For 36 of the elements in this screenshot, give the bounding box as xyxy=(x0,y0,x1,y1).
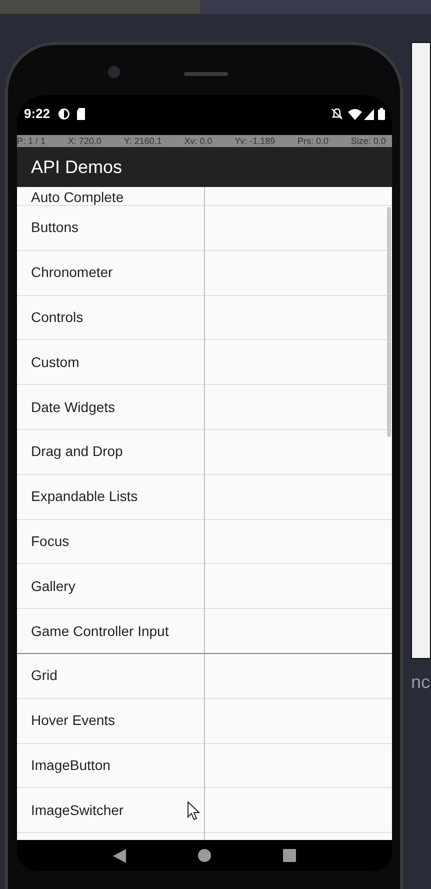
list-item[interactable]: Buttons xyxy=(17,206,392,251)
list-item[interactable]: Expandable Lists xyxy=(17,474,392,520)
bell-off-icon xyxy=(331,108,343,120)
list-item[interactable]: Gallery xyxy=(17,564,392,610)
list-item-label: Auto Complete xyxy=(31,189,124,205)
battery-icon xyxy=(378,108,385,120)
list-item[interactable]: Custom xyxy=(17,340,392,386)
list-item[interactable]: Hover Events xyxy=(17,698,392,744)
pointer-value: X: 720.0 xyxy=(68,135,102,147)
wifi-icon xyxy=(348,108,362,120)
list-item[interactable]: ImageButton xyxy=(17,744,392,788)
pointer-value: P: 1 / 1 xyxy=(17,135,46,147)
status-time: 9:22 xyxy=(24,105,50,124)
speaker-grille xyxy=(184,72,228,76)
list-item[interactable]: Grid xyxy=(17,654,392,699)
signal-icon xyxy=(364,108,374,120)
pointer-value: Size: 0.0 xyxy=(350,135,386,147)
home-icon[interactable] xyxy=(198,849,211,862)
pointer-value: Prs: 0.0 xyxy=(298,135,329,147)
back-icon[interactable] xyxy=(113,848,126,862)
list-item[interactable]: Drag and Drop xyxy=(17,430,392,475)
list-item[interactable]: Game Controller Input xyxy=(17,609,392,654)
data-saver-icon xyxy=(58,108,70,120)
camera-icon xyxy=(108,66,120,78)
list-item[interactable]: ImageSwitcher xyxy=(17,788,392,834)
pointer-value: Y: 2160.1 xyxy=(124,135,162,147)
mouse-cursor-icon xyxy=(187,801,200,821)
side-text: nc xyxy=(411,671,431,694)
pointer-value: Yv: -1.189 xyxy=(234,135,276,147)
sd-card-icon xyxy=(76,108,86,120)
pointer-value: Xv: 0.0 xyxy=(184,135,212,147)
list-item[interactable]: Date Widgets xyxy=(17,385,392,430)
list-item[interactable]: Controls xyxy=(17,296,392,340)
app-title: API Demos xyxy=(31,156,122,178)
list-item[interactable]: Focus xyxy=(17,520,392,564)
list-item[interactable]: Chronometer xyxy=(17,250,392,296)
